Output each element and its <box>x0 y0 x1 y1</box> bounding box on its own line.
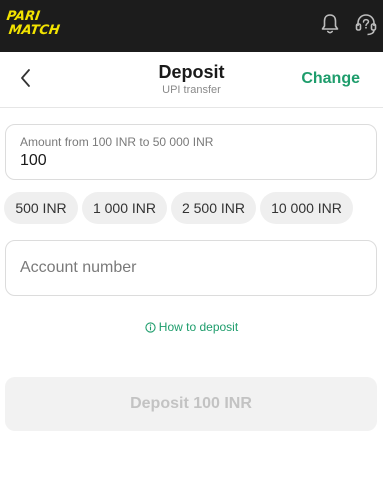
logo-text-top: PARI <box>6 9 41 24</box>
bell-icon[interactable] <box>318 12 342 36</box>
how-to-deposit-label: How to deposit <box>158 320 239 334</box>
quick-amount-chip-10000[interactable]: 10 000 INR <box>260 192 353 224</box>
account-number-field[interactable] <box>5 240 377 296</box>
headset-support-icon[interactable] <box>354 12 378 38</box>
quick-amount-chip-2500[interactable]: 2 500 INR <box>171 192 256 224</box>
logo-text-bottom: MATCH <box>8 23 61 37</box>
amount-input[interactable]: 100 <box>20 152 47 170</box>
quick-amount-chip-500[interactable]: 500 INR <box>4 192 78 224</box>
amount-field-label: Amount from 100 INR to 50 000 INR <box>20 135 214 149</box>
account-number-input[interactable] <box>20 257 360 279</box>
how-to-deposit-link[interactable]: How to deposit <box>0 320 383 336</box>
top-bar: PARI MATCH <box>0 0 383 52</box>
quick-amount-chip-1000[interactable]: 1 000 INR <box>82 192 167 224</box>
page-header: Deposit UPI transfer Change <box>0 52 383 108</box>
change-method-link[interactable]: Change <box>301 70 360 88</box>
deposit-button[interactable]: Deposit 100 INR <box>5 377 377 431</box>
info-icon <box>145 322 156 336</box>
parimatch-logo[interactable]: PARI MATCH <box>6 7 88 37</box>
amount-field[interactable]: Amount from 100 INR to 50 000 INR 100 <box>5 124 377 180</box>
